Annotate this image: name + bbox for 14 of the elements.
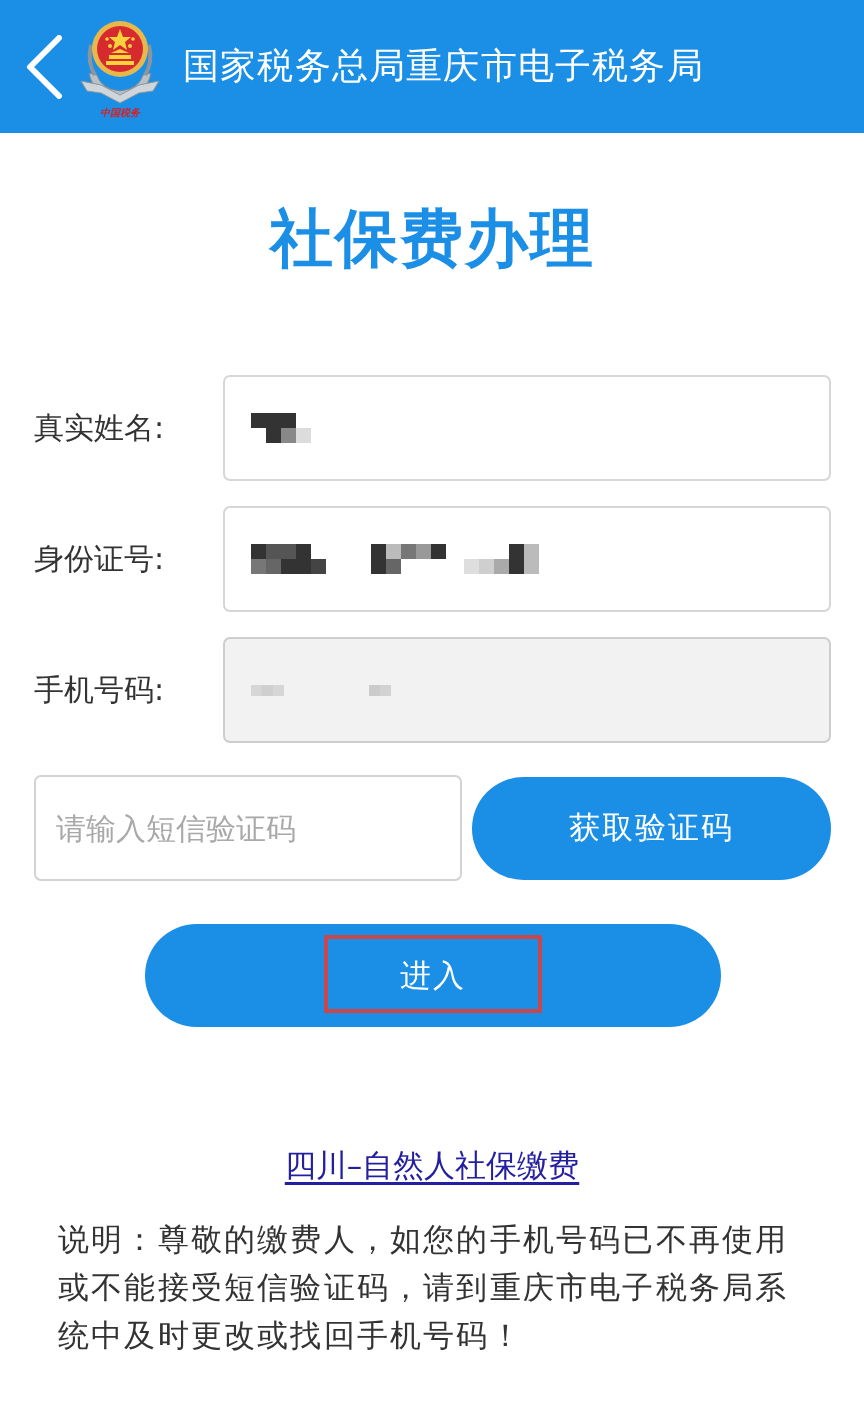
input-field[interactable]: [223, 506, 831, 612]
field-label: 身份证号:: [34, 539, 166, 578]
input-field[interactable]: [223, 375, 831, 481]
sms-code-field[interactable]: 请输入短信验证码: [34, 775, 463, 881]
field-label: 真实姓名:: [34, 408, 166, 447]
get-code-button[interactable]: 获取验证码: [472, 776, 831, 880]
field-label: 手机号码:: [34, 670, 166, 709]
page-title: 社保费办理: [269, 201, 595, 277]
notice-text: 说明：尊敬的缴费人，如您的手机号码已不再使用或不能接受短信验证码，请到重庆市电子税务局系统中及时更改或找回手机号码！: [58, 1220, 790, 1355]
chevron-left-icon: [25, 34, 63, 99]
header-title: 国家税务总局重庆市电子税务局: [183, 44, 704, 88]
enter-button[interactable]: 进入: [144, 924, 721, 1027]
logo-caption: 中国税务: [100, 106, 140, 119]
link[interactable]: 四川–自然人社保缴费: [284, 1145, 580, 1187]
